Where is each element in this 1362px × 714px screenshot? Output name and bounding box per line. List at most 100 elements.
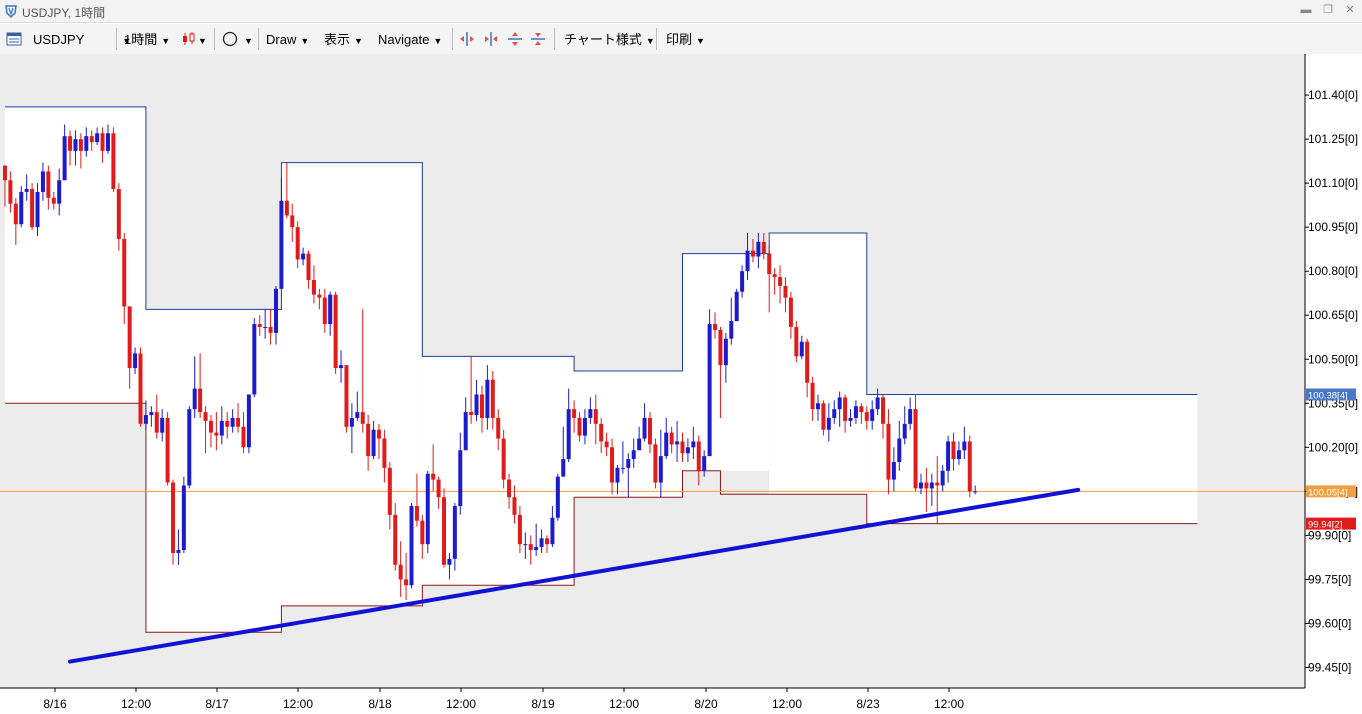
candle-body[interactable] (881, 397, 886, 424)
candle-body[interactable] (512, 497, 517, 515)
candle-body[interactable] (30, 189, 35, 228)
candle-body[interactable] (653, 444, 658, 483)
candle-body[interactable] (366, 423, 371, 457)
candle-body[interactable] (973, 491, 978, 493)
candle-body[interactable] (95, 133, 100, 143)
candle-body[interactable] (604, 441, 609, 448)
candle-body[interactable] (214, 432, 219, 436)
candle-body[interactable] (702, 456, 707, 471)
candle-body[interactable] (572, 409, 577, 418)
candle-body[interactable] (956, 450, 961, 460)
candle-body[interactable] (295, 227, 300, 260)
candle-body[interactable] (149, 412, 154, 416)
candle-body[interactable] (279, 200, 284, 289)
candle-body[interactable] (772, 274, 777, 278)
candle-body[interactable] (826, 417, 831, 430)
candle-body[interactable] (349, 417, 354, 427)
candle-body[interactable] (626, 459, 631, 468)
candle-body[interactable] (664, 432, 669, 457)
navigate-menu[interactable]: Navigate ▼ (378, 31, 442, 49)
candle-body[interactable] (62, 136, 67, 181)
candle-body[interactable] (593, 409, 598, 424)
candle-body[interactable] (469, 412, 474, 416)
candle-body[interactable] (685, 447, 690, 454)
candle-body[interactable] (420, 520, 425, 545)
candle-body[interactable] (171, 482, 176, 553)
print-menu[interactable]: 印刷 ▼ (666, 31, 705, 49)
candle-body[interactable] (230, 417, 235, 427)
candle-body[interactable] (566, 409, 571, 460)
candle-body[interactable] (13, 203, 18, 225)
candle-body[interactable] (918, 482, 923, 489)
candle-body[interactable] (19, 191, 24, 225)
candle-body[interactable] (257, 324, 262, 327)
candle-body[interactable] (913, 409, 918, 489)
candle-body[interactable] (425, 473, 430, 545)
candle-body[interactable] (274, 288, 278, 333)
candle-body[interactable] (962, 441, 967, 451)
candle-body[interactable] (750, 250, 755, 257)
candle-body[interactable] (154, 412, 159, 433)
draw-menu[interactable]: Draw ▼ (266, 31, 309, 49)
candle-body[interactable] (729, 321, 734, 339)
candle-body[interactable] (675, 441, 680, 445)
candle-body[interactable] (447, 558, 452, 565)
candle-body[interactable] (333, 294, 338, 369)
candle-body[interactable] (452, 506, 457, 559)
candle-body[interactable] (745, 250, 750, 272)
candle-body[interactable] (783, 285, 788, 298)
candle-body[interactable] (252, 324, 257, 395)
candle-body[interactable] (859, 406, 864, 413)
candle-body[interactable] (897, 438, 902, 462)
candle-body[interactable] (57, 180, 62, 204)
candle-body[interactable] (534, 547, 539, 551)
candle-body[interactable] (908, 409, 913, 424)
candle-body[interactable] (810, 382, 815, 410)
candle-body[interactable] (805, 341, 810, 383)
candle-body[interactable] (393, 514, 398, 565)
candle-body[interactable] (794, 326, 799, 357)
candle-body[interactable] (328, 294, 333, 325)
candle-body[interactable] (51, 197, 56, 204)
candle-body[interactable] (138, 353, 143, 424)
candle-body[interactable] (208, 420, 213, 433)
candle-body[interactable] (463, 412, 468, 451)
candle-body[interactable] (940, 470, 945, 486)
candle-body[interactable] (111, 133, 116, 190)
candle-body[interactable] (843, 397, 848, 421)
candle-body[interactable] (669, 432, 674, 445)
candle-body[interactable] (387, 467, 392, 515)
candle-body[interactable] (848, 417, 853, 421)
candle-body[interactable] (133, 353, 138, 369)
close-icon[interactable]: ✕ (1342, 3, 1358, 17)
candle-body[interactable] (474, 394, 479, 416)
candle-body[interactable] (458, 450, 463, 507)
candle-body[interactable] (647, 417, 652, 445)
candle-body[interactable] (68, 136, 73, 151)
candle-body[interactable] (301, 253, 306, 260)
candle-body[interactable] (610, 447, 615, 483)
candle-body[interactable] (382, 438, 387, 468)
candle-body[interactable] (89, 136, 94, 143)
candle-body[interactable] (539, 538, 544, 548)
candle-body[interactable] (501, 438, 506, 480)
candle-body[interactable] (187, 409, 192, 486)
candle-body[interactable] (490, 379, 495, 418)
candle-body[interactable] (203, 412, 208, 421)
candlestick-type-icon[interactable] (181, 31, 197, 47)
candle-body[interactable] (788, 297, 793, 327)
candle-body[interactable] (816, 403, 820, 410)
candle-body[interactable] (485, 379, 490, 418)
candle-body[interactable] (317, 294, 322, 298)
candle-body[interactable] (718, 329, 723, 366)
candle-body[interactable] (165, 417, 170, 483)
candle-body[interactable] (344, 365, 349, 427)
candle-body[interactable] (404, 579, 409, 586)
candle-body[interactable] (767, 253, 772, 275)
candle-body[interactable] (35, 191, 40, 228)
candle-body[interactable] (528, 544, 533, 551)
candle-body[interactable] (582, 417, 587, 436)
candle-body[interactable] (696, 441, 701, 471)
chevron-down-icon[interactable]: ▼ (244, 31, 253, 49)
candle-body[interactable] (284, 200, 289, 216)
